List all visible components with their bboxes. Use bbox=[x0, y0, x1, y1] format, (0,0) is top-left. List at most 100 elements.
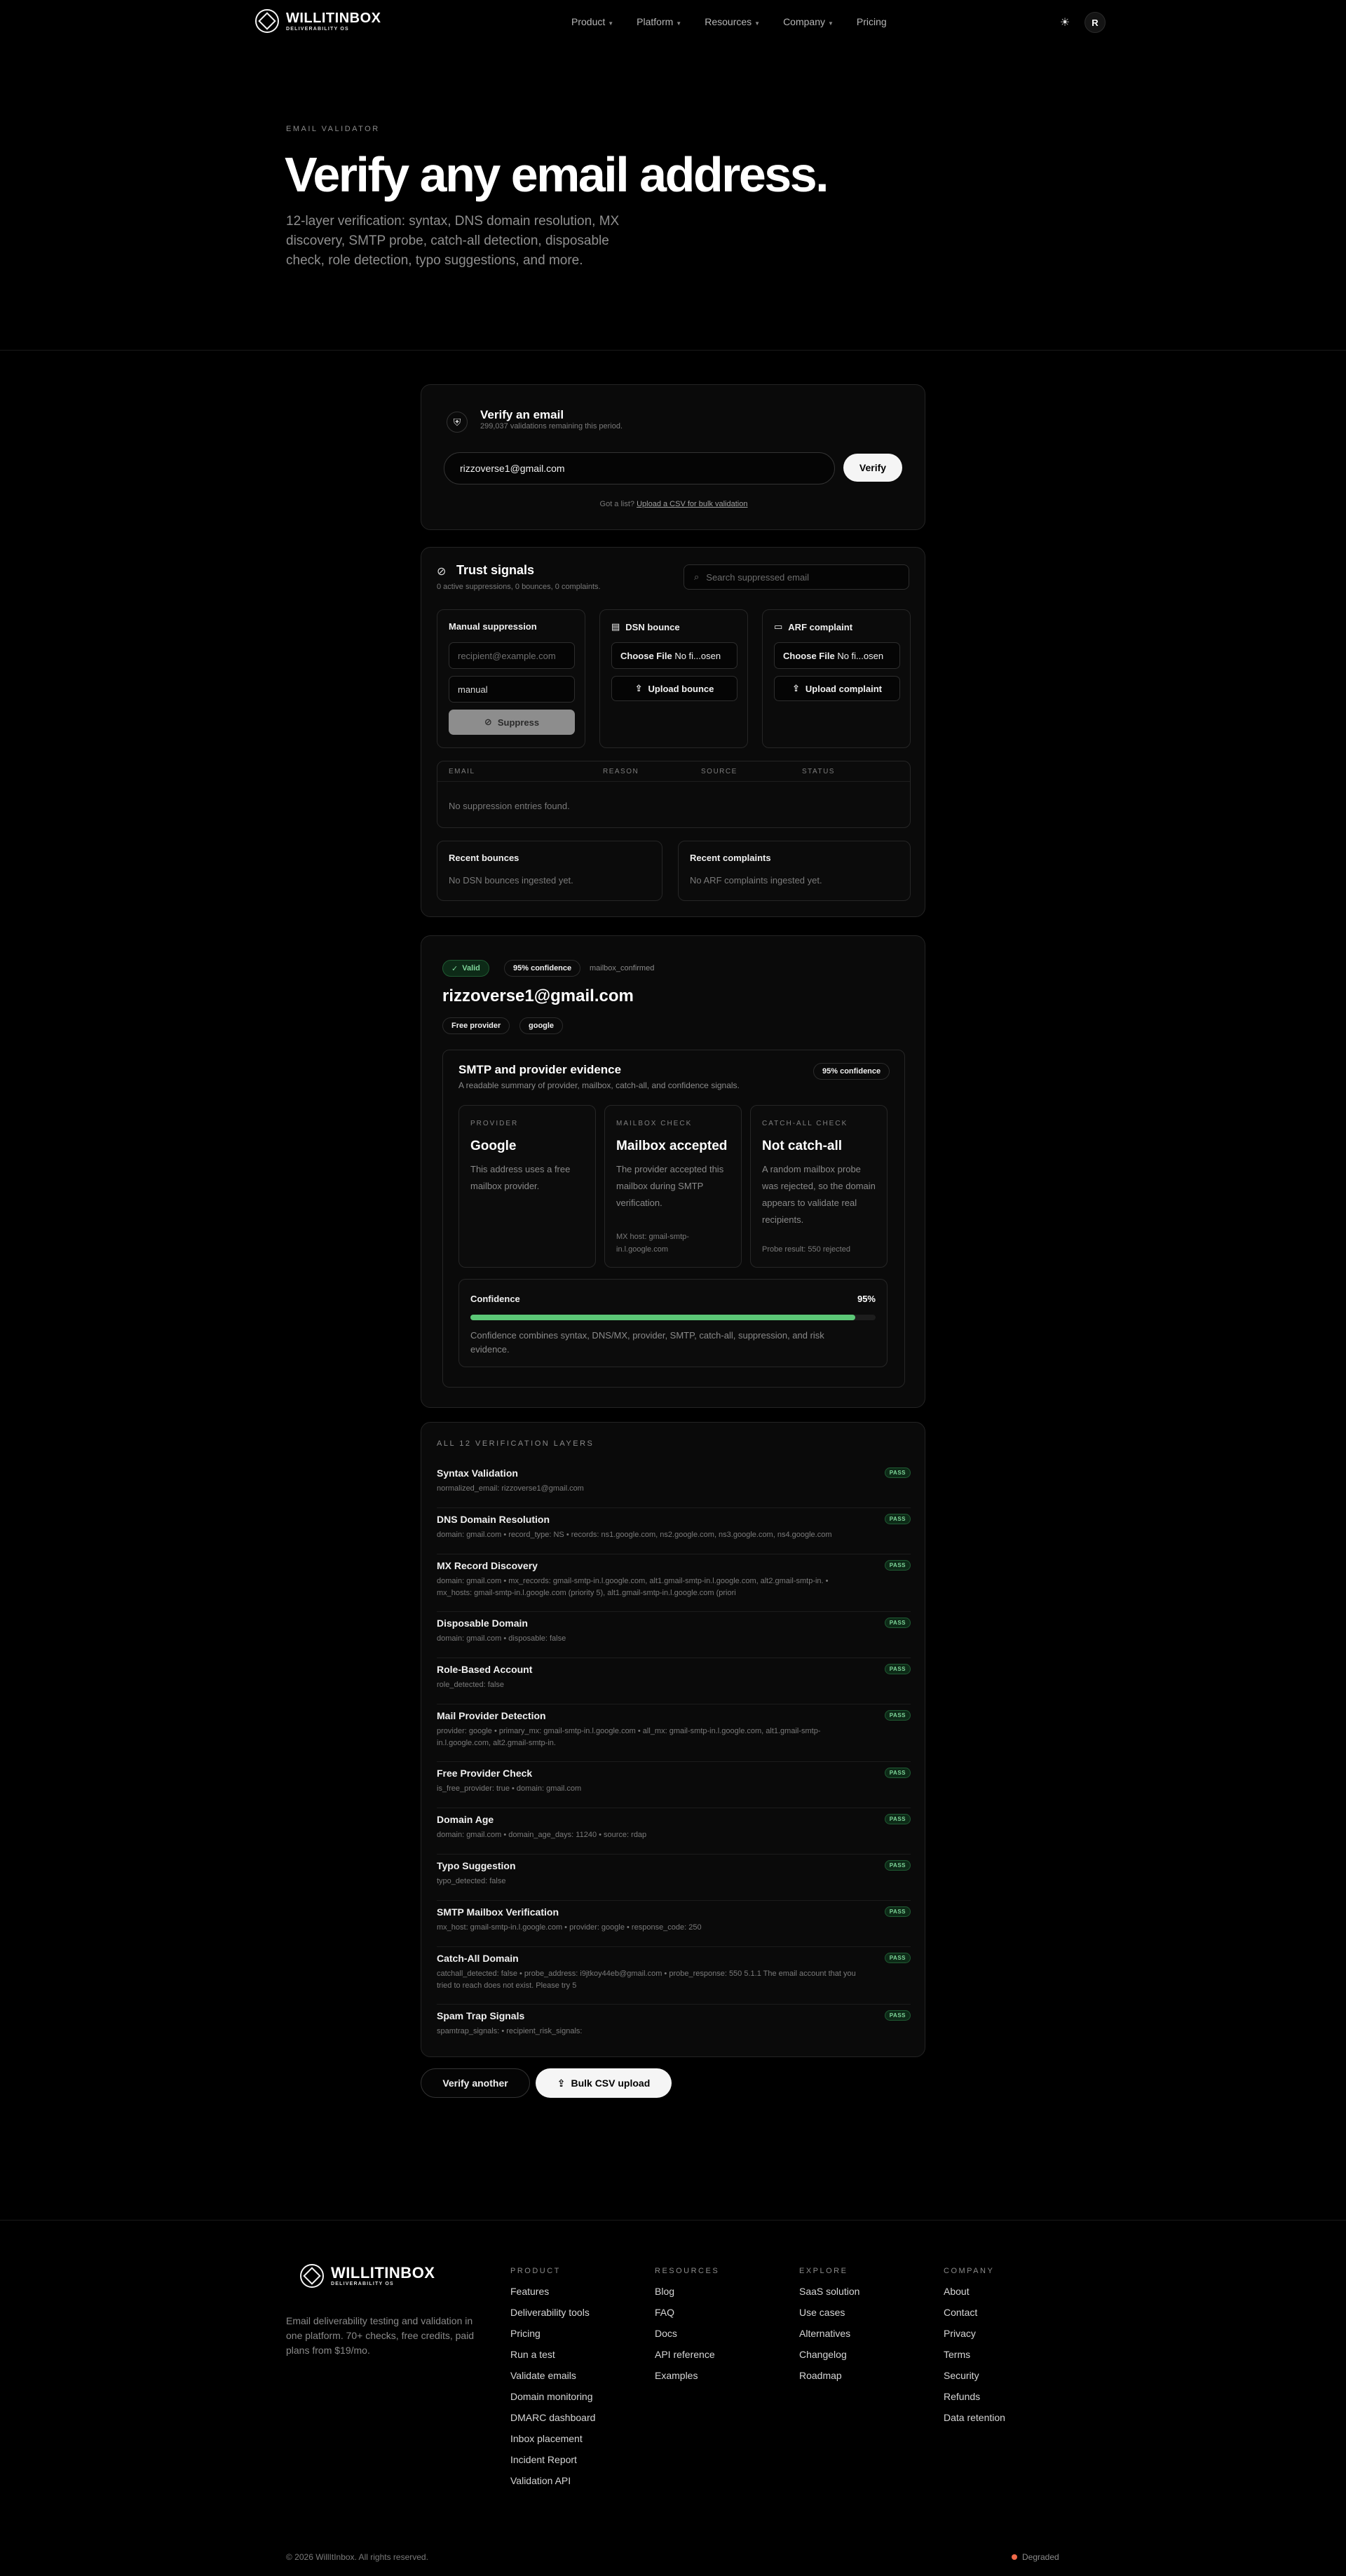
csv-upload-link[interactable]: Upload a CSV for bulk validation bbox=[637, 500, 747, 508]
footer-link[interactable]: Examples bbox=[655, 2369, 719, 2390]
nav-platform[interactable]: Platform ▼ bbox=[637, 16, 681, 27]
nav-product[interactable]: Product ▼ bbox=[571, 16, 613, 27]
recipient-email-field[interactable]: recipient@example.com bbox=[449, 642, 575, 669]
footer-link[interactable]: Contact bbox=[944, 2306, 1005, 2327]
layer-detail: is_free_provider: true • domain: gmail.c… bbox=[437, 1784, 582, 1793]
arf-file-input[interactable]: Choose File No fi...osen bbox=[774, 642, 900, 669]
footer-brand-link[interactable]: WILLITINBOX DELIVERABILITY OS bbox=[300, 2264, 435, 2288]
nav-pricing[interactable]: Pricing bbox=[857, 16, 887, 27]
pass-badge: PASS bbox=[884, 1710, 911, 1721]
nav-company[interactable]: Company ▼ bbox=[783, 16, 834, 27]
footer-link[interactable]: Validation API bbox=[510, 2474, 595, 2495]
copyright: © 2026 WillItInbox. All rights reserved. bbox=[286, 2552, 428, 2562]
confidence-label: Confidence bbox=[470, 1294, 520, 1304]
footer-link[interactable]: Alternatives bbox=[799, 2327, 859, 2348]
footer-column-heading: EXPLORE bbox=[799, 2267, 848, 2275]
confidence-panel: Confidence 95% Confidence combines synta… bbox=[458, 1279, 888, 1367]
arf-complaint-title: ARF complaint bbox=[788, 621, 853, 632]
hero: EMAIL VALIDATOR Verify any email address… bbox=[0, 45, 1346, 351]
nav-links: Product ▼ Platform ▼ Resources ▼ Company ▼ P… bbox=[571, 16, 887, 27]
sun-icon[interactable]: ☀ bbox=[1057, 15, 1073, 30]
trust-signals-card: ⊘ Trust signals 0 active suppressions, 0… bbox=[421, 547, 925, 917]
footer-link[interactable]: Roadmap bbox=[799, 2369, 859, 2390]
verify-another-button[interactable]: Verify another bbox=[421, 2068, 530, 2098]
pass-badge: PASS bbox=[884, 1906, 911, 1917]
page-title: Verify any email address. bbox=[285, 147, 829, 202]
layer-detail: typo_detected: false bbox=[437, 1877, 506, 1885]
footer-link[interactable]: Terms bbox=[944, 2348, 1005, 2369]
footer-link[interactable]: Privacy bbox=[944, 2327, 1005, 2348]
suppression-table: EMAIL REASON SOURCE STATUS No suppressio… bbox=[437, 761, 911, 828]
column-header: EMAIL bbox=[449, 768, 475, 775]
footer-link[interactable]: Features bbox=[510, 2285, 595, 2306]
pass-badge: PASS bbox=[884, 1768, 911, 1778]
search-input[interactable]: ⌕ Search suppressed email bbox=[684, 564, 909, 590]
bulk-csv-upload-button[interactable]: ⇪ Bulk CSV upload bbox=[536, 2068, 672, 2098]
footer-link[interactable]: FAQ bbox=[655, 2306, 719, 2327]
footer-link[interactable]: Data retention bbox=[944, 2411, 1005, 2432]
nav-resources[interactable]: Resources ▼ bbox=[705, 16, 760, 27]
shield-icon: ⛨ bbox=[447, 412, 468, 433]
pass-badge: PASS bbox=[884, 1467, 911, 1478]
layer-row: MX Record Discovery domain: gmail.com • m… bbox=[437, 1560, 911, 1612]
layer-row: Typo Suggestion typo_detected: false PASS bbox=[437, 1860, 911, 1901]
footer-link[interactable]: Inbox placement bbox=[510, 2432, 595, 2453]
footer-link[interactable]: SaaS solution bbox=[799, 2285, 859, 2306]
layer-name: DNS Domain Resolution bbox=[437, 1514, 550, 1525]
reason-field[interactable]: manual bbox=[449, 676, 575, 703]
email-input[interactable]: rizzoverse1@gmail.com bbox=[444, 452, 835, 484]
footer-link[interactable]: Docs bbox=[655, 2327, 719, 2348]
result-reason: mailbox_confirmed bbox=[590, 964, 655, 972]
file-icon: ▤ bbox=[611, 621, 620, 632]
layer-row: DNS Domain Resolution domain: gmail.com •… bbox=[437, 1514, 911, 1554]
footer-link[interactable]: Blog bbox=[655, 2285, 719, 2306]
footer-link[interactable]: Security bbox=[944, 2369, 1005, 2390]
recent-complaints-empty: No ARF complaints ingested yet. bbox=[690, 875, 822, 886]
footer-link[interactable]: Changelog bbox=[799, 2348, 859, 2369]
validations-remaining: 299,037 validations remaining this perio… bbox=[480, 422, 623, 431]
footer-link[interactable]: About bbox=[944, 2285, 1005, 2306]
upload-icon: ⇪ bbox=[557, 2077, 566, 2089]
dsn-file-input[interactable]: Choose File No fi...osen bbox=[611, 642, 737, 669]
footer-tagline: Email deliverability testing and validat… bbox=[286, 2315, 475, 2356]
dsn-bounce-title: DSN bounce bbox=[625, 621, 680, 632]
footer-link[interactable]: Domain monitoring bbox=[510, 2390, 595, 2411]
layer-name: Catch-All Domain bbox=[437, 1953, 519, 1964]
status-dot-icon bbox=[1012, 2554, 1017, 2560]
layer-name: Typo Suggestion bbox=[437, 1860, 516, 1871]
upload-icon: ⇪ bbox=[634, 683, 643, 693]
footer-link[interactable]: Incident Report bbox=[510, 2453, 595, 2474]
layer-name: Mail Provider Detection bbox=[437, 1710, 546, 1721]
suppress-button[interactable]: ⊘ Suppress bbox=[449, 710, 575, 735]
footer-link[interactable]: API reference bbox=[655, 2348, 719, 2369]
layer-detail: role_detected: false bbox=[437, 1681, 505, 1689]
footer-link[interactable]: Deliverability tools bbox=[510, 2306, 595, 2327]
upload-bounce-button[interactable]: ⇪ Upload bounce bbox=[611, 676, 737, 701]
layer-row: Syntax Validation normalized_email: rizzo… bbox=[437, 1467, 911, 1508]
provider-type-tag: Free provider bbox=[442, 1017, 510, 1034]
hero-eyebrow: EMAIL VALIDATOR bbox=[286, 125, 380, 133]
footer-link[interactable]: Pricing bbox=[510, 2327, 595, 2348]
system-status[interactable]: Degraded bbox=[1012, 2552, 1059, 2562]
layer-row: Disposable Domain domain: gmail.com • dis… bbox=[437, 1618, 911, 1658]
pass-badge: PASS bbox=[884, 1618, 911, 1628]
footer-column: RESOURCES Blog FAQ Docs API reference Example… bbox=[655, 2267, 719, 2390]
confidence-bar-fill bbox=[470, 1315, 856, 1320]
logo-icon bbox=[300, 2264, 324, 2288]
avatar[interactable]: R bbox=[1085, 12, 1106, 33]
recent-bounces-empty: No DSN bounces ingested yet. bbox=[449, 875, 573, 886]
footer-link[interactable]: Refunds bbox=[944, 2390, 1005, 2411]
footer-link[interactable]: DMARC dashboard bbox=[510, 2411, 595, 2432]
confidence-bar bbox=[470, 1315, 876, 1320]
layer-detail: mx_host: gmail-smtp-in.l.google.com • pr… bbox=[437, 1923, 702, 1932]
footer-link[interactable]: Use cases bbox=[799, 2306, 859, 2327]
footer-link[interactable]: Validate emails bbox=[510, 2369, 595, 2390]
verify-button[interactable]: Verify bbox=[843, 454, 902, 482]
confidence-badge: 95% confidence bbox=[504, 960, 581, 977]
confidence-description: Confidence combines syntax, DNS/MX, prov… bbox=[470, 1330, 824, 1355]
brand-logo-link[interactable]: WILLITINBOX DELIVERABILITY OS bbox=[255, 9, 381, 33]
upload-complaint-button[interactable]: ⇪ Upload complaint bbox=[774, 676, 900, 701]
footer-link[interactable]: Run a test bbox=[510, 2348, 595, 2369]
provider-value: Google bbox=[470, 1139, 517, 1153]
brand-name: WILLITINBOX bbox=[331, 2263, 435, 2282]
